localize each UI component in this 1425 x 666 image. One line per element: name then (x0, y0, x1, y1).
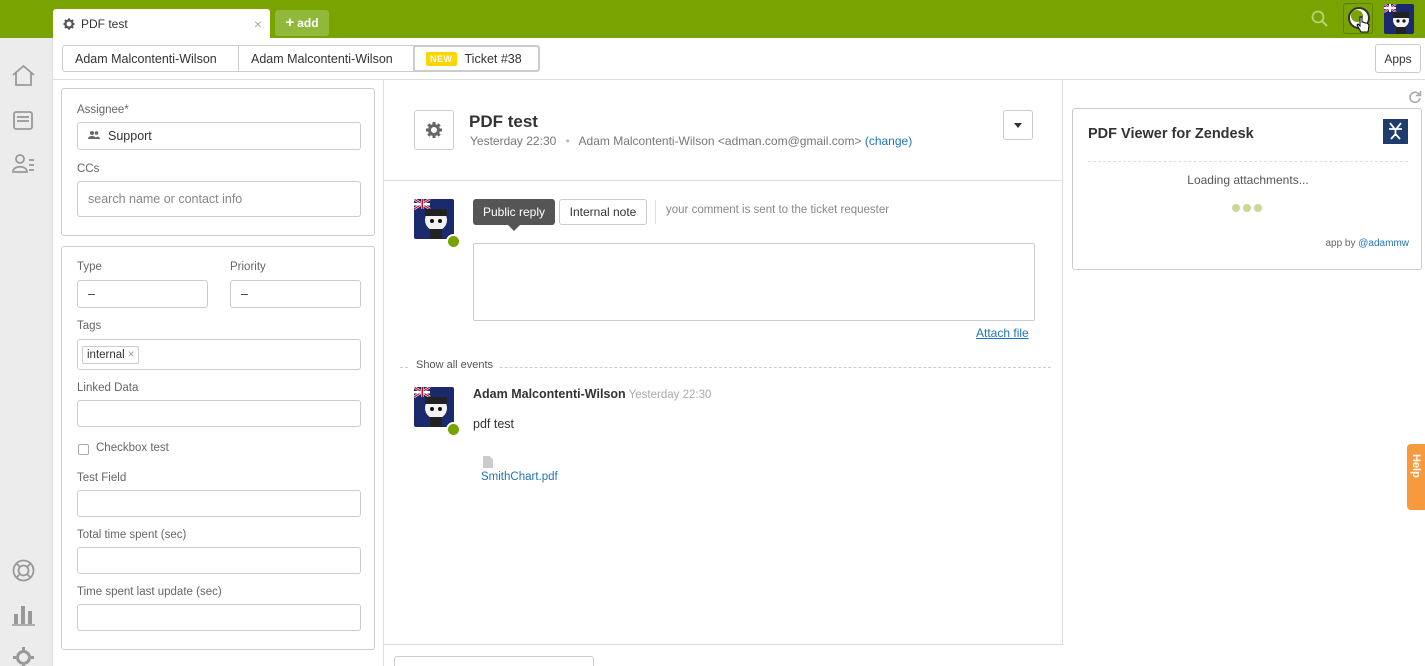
total-time-input[interactable] (77, 547, 361, 574)
checkbox-test-checkbox[interactable] (78, 444, 89, 455)
ticket-gear-icon[interactable] (414, 110, 454, 150)
gear-icon (63, 18, 75, 30)
app-credit: app by @adammw (1325, 238, 1409, 249)
search-icon[interactable] (1310, 9, 1330, 29)
time-last-update-label: Time spent last update (sec) (77, 586, 222, 598)
plus-icon: + (285, 14, 295, 31)
commenter-role-icon (446, 422, 461, 437)
type-select[interactable]: – (77, 280, 208, 308)
priority-select[interactable]: – (230, 280, 361, 308)
ticket-tab-title: PDF test (81, 16, 128, 31)
group-icon (88, 129, 100, 143)
show-all-events-toggle[interactable]: Show all events (410, 359, 500, 371)
customers-icon[interactable] (11, 151, 36, 176)
tag-label: internal (87, 348, 125, 361)
meta-separator: • (565, 134, 570, 148)
reporting-icon[interactable] (11, 602, 36, 627)
breadcrumb-requester[interactable]: Adam Malcontenti-Wilson (238, 45, 414, 72)
ticket-tab[interactable]: PDF test × (53, 9, 270, 38)
tags-label: Tags (77, 320, 102, 332)
app-title: PDF Viewer for Zendesk (1088, 126, 1254, 142)
ticket-properties-panel: Assignee* Support CCs search name or con… (53, 80, 384, 666)
admin-gear-icon[interactable] (11, 645, 36, 666)
file-icon (483, 456, 493, 468)
new-status-badge: NEW (426, 51, 457, 66)
user-avatar-icon[interactable] (1384, 4, 1414, 34)
composer-hint: your comment is sent to the ticket reque… (666, 204, 890, 216)
tag-remove-icon[interactable]: × (128, 349, 135, 361)
help-center-icon[interactable] (11, 558, 36, 583)
author-handle-link[interactable]: @adammw (1358, 238, 1409, 249)
close-tab-icon[interactable]: × (254, 16, 262, 32)
priority-label: Priority (230, 261, 266, 273)
test-field-input[interactable] (77, 490, 361, 517)
agent-role-icon (446, 234, 461, 249)
assignee-label: Assignee* (77, 104, 129, 116)
caret-down-icon (1014, 122, 1022, 128)
ticket-meta: Yesterday 22:30 • Adam Malcontenti-Wilso… (470, 134, 912, 148)
attach-file-link[interactable]: Attach file (976, 326, 1029, 340)
app-divider (1088, 161, 1408, 162)
checkbox-test-label: Checkbox test (96, 442, 169, 454)
breadcrumb-organization[interactable]: Adam Malcontenti-Wilson (62, 45, 239, 72)
help-widget-tab[interactable]: Help (1407, 444, 1425, 510)
help-label: Help (1410, 454, 1422, 478)
app-credit-label: app by (1325, 238, 1356, 249)
loading-text: Loading attachments... (1187, 173, 1309, 187)
comment-author: Adam Malcontenti-Wilson Yesterday 22:30 (473, 387, 711, 401)
tags-input[interactable]: internal × (77, 339, 361, 370)
linked-data-label: Linked Data (77, 382, 139, 394)
ticket-options-dropdown[interactable] (1003, 110, 1033, 140)
test-field-label: Test Field (77, 472, 127, 484)
views-icon[interactable] (11, 108, 36, 133)
apps-button[interactable]: Apps (1375, 44, 1421, 73)
total-time-label: Total time spent (sec) (77, 529, 187, 541)
reply-textarea[interactable] (473, 243, 1035, 321)
comment-author-name[interactable]: Adam Malcontenti-Wilson (473, 387, 626, 401)
ccs-label: CCs (77, 163, 100, 175)
composer-divider (655, 200, 656, 224)
comment-body: pdf test (473, 417, 514, 431)
home-icon[interactable] (11, 63, 36, 88)
loading-spinner (1232, 204, 1262, 212)
ticket-number: Ticket #38 (464, 51, 522, 66)
left-nav (0, 38, 53, 666)
commenter-avatar (414, 387, 454, 427)
macro-selector[interactable] (394, 656, 594, 666)
assignee-field[interactable]: Support (77, 122, 361, 150)
ticket-title: PDF test (469, 112, 538, 131)
ticket-time: Yesterday 22:30 (470, 134, 557, 148)
top-bar: PDF test × + add (0, 0, 1425, 38)
change-requester-link[interactable]: (change) (865, 134, 912, 148)
time-last-update-input[interactable] (77, 604, 361, 631)
ticket-header: PDF test Yesterday 22:30 • Adam Malconte… (384, 80, 1063, 181)
ticket-conversation: PDF test Yesterday 22:30 • Adam Malconte… (384, 80, 1063, 650)
status-avatar-icon[interactable] (1343, 3, 1373, 34)
assignee-value: Support (108, 129, 152, 143)
comment-time: Yesterday 22:30 (628, 389, 712, 401)
apps-panel: PDF Viewer for Zendesk Loading attachmen… (1064, 80, 1425, 666)
refresh-icon[interactable] (1408, 90, 1422, 104)
pdf-viewer-app: PDF Viewer for Zendesk Loading attachmen… (1072, 108, 1422, 270)
tag-internal: internal × (82, 345, 140, 364)
add-button[interactable]: + add (275, 10, 329, 36)
type-label: Type (77, 261, 102, 273)
agent-avatar (414, 199, 454, 239)
internal-note-tab[interactable]: Internal note (559, 199, 647, 225)
ticket-fields-box: Type – Priority – Tags internal × Linked … (61, 246, 375, 650)
public-reply-tab[interactable]: Public reply (473, 199, 555, 231)
breadcrumb-bar: Adam Malcontenti-Wilson Adam Malcontenti… (53, 38, 1425, 80)
app-logo-icon (1383, 119, 1408, 144)
attachment-link[interactable]: SmithChart.pdf (481, 471, 558, 483)
linked-data-input[interactable] (77, 400, 361, 427)
assignment-box: Assignee* Support CCs search name or con… (61, 88, 375, 236)
add-label: add (297, 16, 319, 30)
ccs-input[interactable]: search name or contact info (77, 181, 361, 217)
breadcrumb-ticket[interactable]: NEW Ticket #38 (413, 45, 540, 72)
ticket-requester: Adam Malcontenti-Wilson <adman.com@gmail… (578, 134, 862, 148)
